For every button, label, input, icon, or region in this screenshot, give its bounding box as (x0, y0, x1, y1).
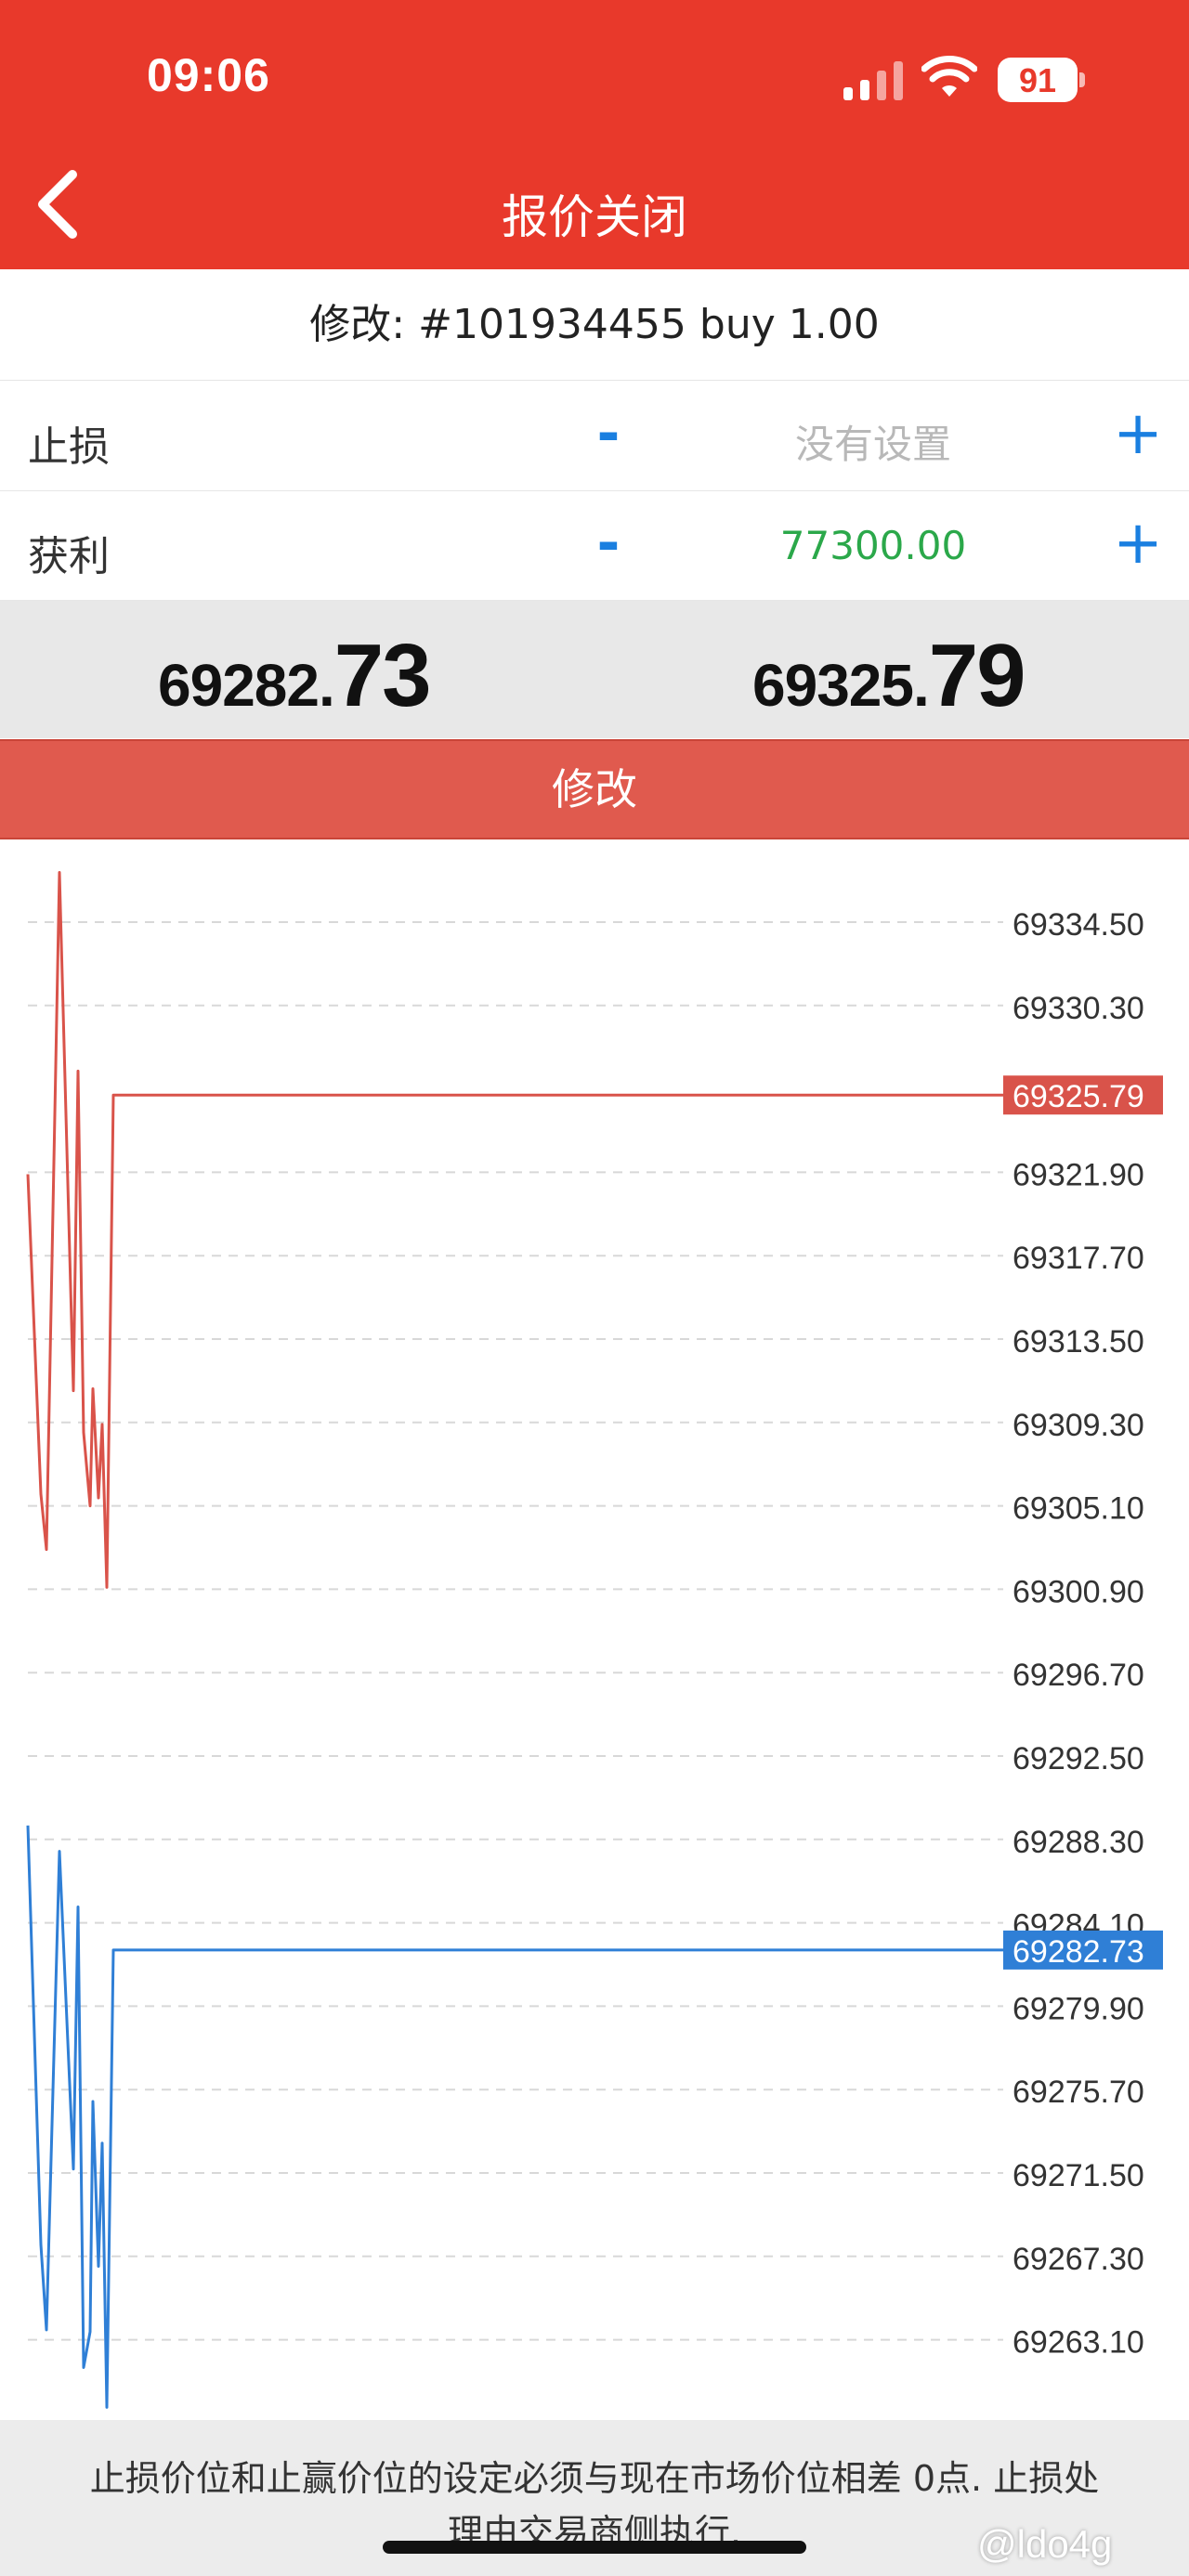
take-profit-increase-button[interactable]: + (1105, 502, 1170, 586)
y-tick-label: 69300.90 (1013, 1574, 1144, 1609)
battery-percent: 91 (1018, 61, 1057, 99)
battery-icon: 91 (998, 58, 1085, 102)
bid-price-pips: 73 (333, 626, 432, 725)
y-tick-label: 69279.90 (1013, 1991, 1144, 2026)
home-indicator (383, 2541, 806, 2554)
status-bar: 09:06 91 (0, 0, 1189, 139)
stop-loss-label: 止损 (28, 423, 110, 471)
take-profit-decrease-button[interactable]: - (576, 502, 641, 586)
y-tick-label: 69292.50 (1013, 1741, 1144, 1776)
ask-price-pips: 79 (928, 626, 1026, 725)
y-tick-label: 69271.50 (1013, 2158, 1144, 2193)
y-tick-label: 69317.70 (1013, 1241, 1144, 1276)
y-tick-label: 69288.30 (1013, 1825, 1144, 1860)
bid-price: 69282.73 (158, 625, 432, 727)
y-tick-label: 69275.70 (1013, 2075, 1144, 2110)
bid-price-line (26, 1825, 1003, 2409)
bid-price-integer: 69282. (158, 652, 335, 719)
y-tick-label: 69330.30 (1013, 991, 1144, 1026)
notice-line-1: 止损价位和止赢价位的设定必须与现在市场价位相差 0点. 止损处 (89, 2458, 1100, 2499)
ask-price: 69325.79 (752, 625, 1026, 727)
take-profit-value[interactable]: 77300.00 (706, 523, 1040, 568)
y-tick-label: 69321.90 (1013, 1157, 1144, 1192)
ask-price-integer: 69325. (752, 652, 930, 719)
stop-loss-decrease-button[interactable]: - (576, 393, 641, 476)
stop-loss-increase-button[interactable]: + (1105, 393, 1170, 476)
wifi-icon (921, 56, 977, 97)
y-tick-label: 69313.50 (1013, 1324, 1144, 1360)
modify-button[interactable]: 修改 (0, 739, 1189, 839)
quote-panel: 69282.73 69325.79 (0, 601, 1189, 738)
price-chart: 69334.50 69330.30 69325.79 69321.90 69317.70… (26, 871, 1163, 2409)
y-tick-label: 69309.30 (1013, 1408, 1144, 1443)
stop-loss-value[interactable]: 没有设置 (706, 413, 1040, 470)
take-profit-row: 获利 - 77300.00 + (0, 491, 1189, 601)
order-summary: 修改: #101934455 buy 1.00 (0, 269, 1189, 381)
y-tick-label: 69334.50 (1013, 907, 1144, 943)
ask-current-price-label: 69325.79 (1013, 1079, 1144, 1114)
y-tick-label: 69305.10 (1013, 1491, 1144, 1527)
cellular-signal-icon (843, 61, 903, 100)
watermark-text: @ldo4g (977, 2522, 1113, 2566)
nav-bar: 报价关闭 (0, 139, 1189, 269)
ask-price-line (26, 871, 1003, 1589)
y-tick-label: 69267.30 (1013, 2242, 1144, 2277)
stop-loss-row: 止损 - 没有设置 + (0, 382, 1189, 491)
page-title: 报价关闭 (502, 190, 687, 244)
take-profit-label: 获利 (28, 533, 110, 580)
y-tick-label: 69263.10 (1013, 2325, 1144, 2361)
y-tick-label: 69296.70 (1013, 1658, 1144, 1693)
status-time: 09:06 (147, 49, 270, 101)
bid-current-price-label: 69282.73 (1013, 1934, 1144, 1970)
